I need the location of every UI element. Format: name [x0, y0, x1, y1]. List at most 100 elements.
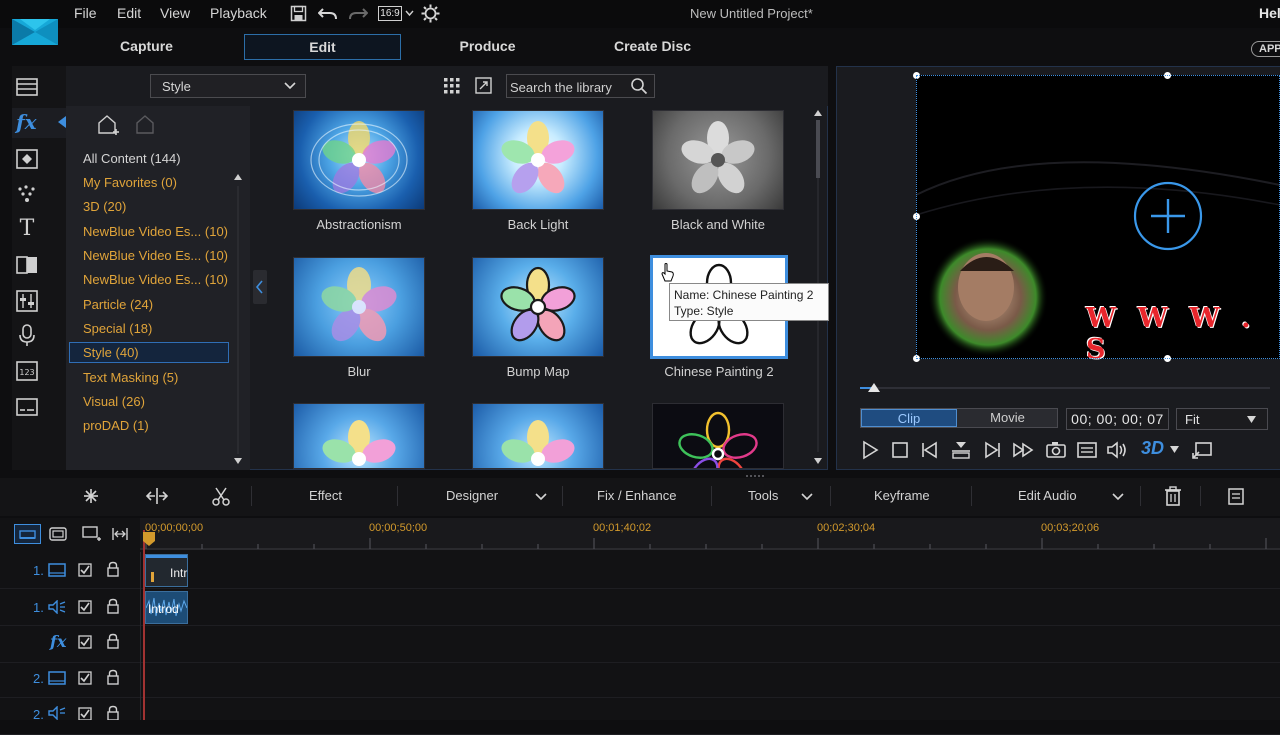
- app-button[interactable]: APP: [1251, 41, 1280, 57]
- effect-thumbnail-abstractionism[interactable]: [293, 110, 425, 210]
- 3d-mode-button[interactable]: 3D: [1141, 438, 1164, 459]
- expand-library-icon[interactable]: [475, 77, 492, 94]
- edit-audio-button[interactable]: Edit Audio: [1018, 488, 1077, 503]
- undo-icon[interactable]: [318, 5, 338, 22]
- category-item[interactable]: proDAD (1): [83, 418, 149, 433]
- resize-handle[interactable]: [1164, 72, 1171, 79]
- storyboard-view-icon[interactable]: [48, 525, 68, 543]
- chevron-down-icon[interactable]: [535, 492, 547, 501]
- undock-preview-icon[interactable]: [1191, 439, 1213, 461]
- media-room-icon[interactable]: [14, 74, 40, 100]
- play-icon[interactable]: [859, 439, 881, 461]
- volume-icon[interactable]: [1106, 439, 1128, 461]
- resize-handle[interactable]: [913, 213, 920, 220]
- stop-icon[interactable]: [889, 439, 911, 461]
- movie-mode-button[interactable]: Movie: [958, 409, 1057, 427]
- category-item[interactable]: Visual (26): [83, 394, 145, 409]
- menu-playback[interactable]: Playback: [210, 5, 267, 21]
- category-item[interactable]: Particle (24): [83, 297, 153, 312]
- add-tag-icon[interactable]: [95, 113, 121, 139]
- effect-type-select[interactable]: Style: [150, 74, 306, 98]
- effect-thumbnail[interactable]: [652, 403, 784, 469]
- category-item[interactable]: NewBlue Video Es... (10): [83, 248, 228, 263]
- lock-icon[interactable]: [106, 561, 120, 577]
- category-item[interactable]: My Favorites (0): [83, 175, 177, 190]
- tab-produce[interactable]: Produce: [410, 34, 565, 60]
- tab-edit[interactable]: Edit: [244, 34, 401, 60]
- effect-thumbnail-blur[interactable]: [293, 257, 425, 357]
- chevron-down-icon[interactable]: [1112, 492, 1124, 501]
- lock-icon[interactable]: [106, 633, 120, 649]
- redo-icon[interactable]: [348, 5, 368, 22]
- preview-scrubber[interactable]: [860, 380, 1270, 394]
- effect-thumbnail-black-and-white[interactable]: [652, 110, 784, 210]
- track-enable-checkbox[interactable]: [78, 707, 92, 720]
- chevron-down-icon[interactable]: [801, 492, 813, 501]
- keyframe-button[interactable]: Keyframe: [874, 488, 930, 503]
- voice-over-microphone-icon[interactable]: [14, 322, 40, 348]
- tab-capture[interactable]: Capture: [70, 34, 223, 60]
- lock-icon[interactable]: [106, 705, 120, 720]
- track-enable-checkbox[interactable]: [78, 671, 92, 685]
- category-item[interactable]: 3D (20): [83, 199, 126, 214]
- menu-edit[interactable]: Edit: [117, 5, 141, 21]
- save-icon[interactable]: [290, 5, 307, 22]
- resize-handle[interactable]: [913, 72, 920, 79]
- lock-icon[interactable]: [106, 598, 120, 614]
- collapse-panel-button[interactable]: [253, 270, 267, 304]
- trim-icon[interactable]: [145, 486, 169, 506]
- designer-button[interactable]: Designer: [446, 488, 498, 503]
- category-item[interactable]: Special (18): [83, 321, 152, 336]
- audio-mixing-room-icon[interactable]: [14, 288, 40, 314]
- split-frame-icon[interactable]: [950, 439, 972, 461]
- panel-resize-grip[interactable]: [745, 474, 765, 478]
- split-scissors-icon[interactable]: [211, 486, 231, 506]
- menu-view[interactable]: View: [160, 5, 190, 21]
- track-enable-checkbox[interactable]: [78, 563, 92, 577]
- effect-thumbnail-back-light[interactable]: [472, 110, 604, 210]
- track-enable-checkbox[interactable]: [78, 600, 92, 614]
- delete-trash-icon[interactable]: [1164, 486, 1182, 506]
- resize-handle[interactable]: [913, 355, 920, 362]
- effect-thumbnail-bump-map[interactable]: [472, 257, 604, 357]
- chevron-down-icon[interactable]: [405, 9, 414, 18]
- tools-button[interactable]: Tools: [748, 488, 778, 503]
- subtitle-room-icon[interactable]: [14, 394, 40, 420]
- timeline-view-button[interactable]: [14, 524, 41, 544]
- snapshot-camera-icon[interactable]: [1045, 439, 1067, 461]
- title-room-icon[interactable]: T: [14, 216, 40, 242]
- fix-enhance-button[interactable]: Fix / Enhance: [597, 488, 677, 503]
- playhead[interactable]: [143, 530, 145, 720]
- menu-file[interactable]: File: [74, 5, 97, 21]
- previous-frame-icon[interactable]: [919, 439, 941, 461]
- timeline-video-clip[interactable]: Intr: [145, 554, 188, 587]
- lock-icon[interactable]: [106, 669, 120, 685]
- fx-room-icon[interactable]: fx: [16, 110, 42, 136]
- particle-room-icon[interactable]: [14, 182, 40, 208]
- settings-gear-icon[interactable]: [421, 4, 440, 23]
- timeline-ruler[interactable]: [140, 518, 1280, 550]
- category-item[interactable]: NewBlue Video Es... (10): [83, 272, 228, 287]
- pip-objects-icon[interactable]: [14, 146, 40, 172]
- magic-tools-icon[interactable]: [81, 486, 101, 506]
- chapter-room-icon[interactable]: 123: [14, 358, 40, 384]
- effect-thumbnail[interactable]: [293, 403, 425, 469]
- effect-button[interactable]: Effect: [309, 488, 342, 503]
- track-manager-icon[interactable]: [80, 524, 102, 544]
- clip-mode-button[interactable]: Clip: [861, 409, 957, 427]
- tab-create-disc[interactable]: Create Disc: [575, 34, 730, 60]
- clip-list-icon[interactable]: [1226, 486, 1246, 506]
- transition-room-icon[interactable]: [14, 252, 40, 278]
- timecode-display[interactable]: 00; 00; 00; 07: [1066, 408, 1169, 430]
- chevron-down-icon[interactable]: [1170, 446, 1179, 453]
- effect-thumbnail[interactable]: [472, 403, 604, 469]
- remove-tag-icon[interactable]: [133, 113, 157, 137]
- track-enable-checkbox[interactable]: [78, 635, 92, 649]
- category-item[interactable]: NewBlue Video Es... (10): [83, 224, 228, 239]
- next-frame-icon[interactable]: [981, 439, 1003, 461]
- fit-timeline-icon[interactable]: [110, 525, 130, 543]
- resize-handle[interactable]: [1164, 355, 1171, 362]
- category-item[interactable]: Text Masking (5): [83, 370, 178, 385]
- playhead-marker-icon[interactable]: [143, 532, 155, 546]
- fast-forward-icon[interactable]: [1012, 439, 1034, 461]
